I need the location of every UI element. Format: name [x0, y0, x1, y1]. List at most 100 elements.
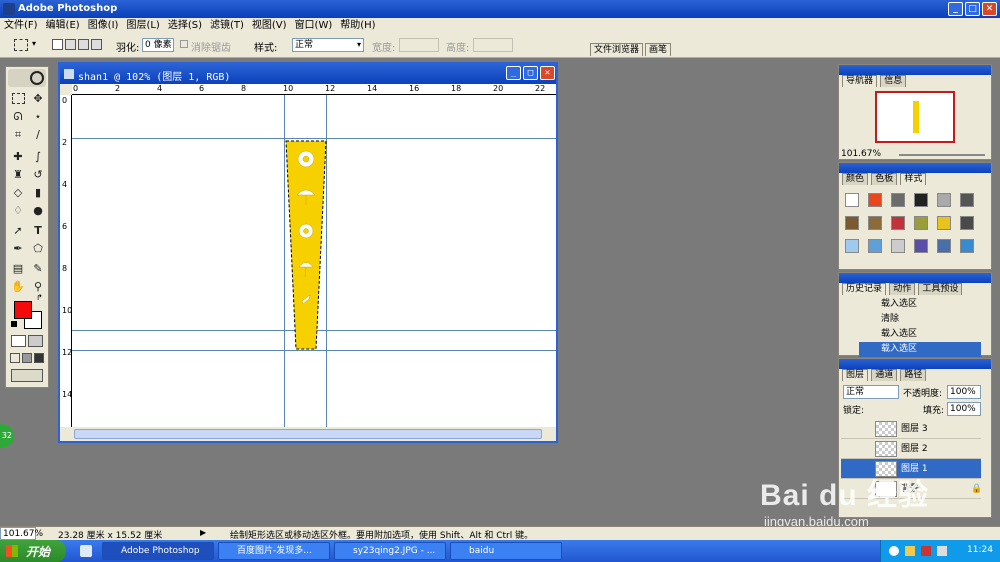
chevron-down-icon[interactable]: ▾ — [32, 39, 36, 48]
shape-icon[interactable]: ⬠ — [30, 241, 46, 257]
style-swatch[interactable] — [868, 216, 882, 230]
style-swatch[interactable] — [960, 216, 974, 230]
doc-minimize-button[interactable]: _ — [506, 66, 521, 80]
side-badge[interactable]: 32 — [0, 424, 14, 448]
tab-brushes[interactable]: 画笔 — [645, 43, 672, 56]
layer-row[interactable]: 图层 2 — [841, 439, 981, 459]
tab-actions[interactable]: 动作 — [889, 283, 916, 295]
fan-blade-shape[interactable] — [282, 139, 330, 353]
fill-input[interactable]: 100% — [947, 402, 981, 416]
jump-to-imageready-icon[interactable] — [11, 369, 43, 382]
tab-paths[interactable]: 路径 — [900, 369, 927, 381]
style-none[interactable] — [845, 193, 859, 207]
antialias-checkbox[interactable] — [180, 40, 188, 48]
path-select-icon[interactable]: ➚ — [10, 223, 26, 239]
crop-icon[interactable]: ⌗ — [10, 127, 26, 143]
task-folder[interactable]: baidu — [450, 542, 562, 560]
notes-icon[interactable]: ▤ — [10, 261, 26, 277]
marquee-preset-icon[interactable] — [14, 39, 28, 51]
history-brush-icon[interactable]: ↺ — [30, 167, 46, 183]
layer-row[interactable]: 图层 3 — [841, 419, 981, 439]
style-swatch[interactable] — [937, 193, 951, 207]
screen-mode-full-icon[interactable] — [34, 353, 44, 363]
document-canvas[interactable] — [72, 95, 556, 427]
blur-icon[interactable]: ♢ — [10, 203, 26, 219]
eyedropper-icon[interactable]: ✎ — [30, 261, 46, 277]
stamp-icon[interactable]: ♜ — [10, 167, 26, 183]
tab-channels[interactable]: 通道 — [871, 369, 898, 381]
screen-mode-full-menu-icon[interactable] — [22, 353, 32, 363]
tray-icon[interactable] — [905, 546, 915, 556]
style-swatch[interactable] — [914, 216, 928, 230]
new-selection-icon[interactable] — [52, 39, 63, 50]
history-item[interactable]: 载入选区 — [859, 297, 981, 312]
style-swatch[interactable] — [868, 239, 882, 253]
swap-colors-icon[interactable]: ↱ — [36, 293, 43, 302]
quick-mask-icon[interactable] — [28, 335, 43, 347]
chevron-right-icon[interactable]: ▶ — [200, 528, 206, 537]
style-swatch[interactable] — [845, 216, 859, 230]
zoom-slider[interactable] — [899, 154, 985, 156]
eraser-icon[interactable]: ◇ — [10, 185, 26, 201]
gradient-icon[interactable]: ▮ — [30, 185, 46, 201]
brush-icon[interactable]: ∫ — [30, 149, 46, 165]
healing-brush-icon[interactable]: ✚ — [10, 149, 26, 165]
menu-edit[interactable]: 编辑(E) — [46, 18, 80, 34]
doc-close-button[interactable]: ✕ — [540, 66, 555, 80]
show-desktop-icon[interactable] — [80, 545, 92, 557]
screen-mode-standard-icon[interactable] — [10, 353, 20, 363]
navigator-preview[interactable] — [875, 91, 955, 143]
history-item[interactable]: 清除 — [859, 312, 981, 327]
doc-maximize-button[interactable]: □ — [523, 66, 538, 80]
rect-marquee-icon[interactable] — [12, 93, 25, 104]
style-swatch[interactable] — [891, 216, 905, 230]
style-swatch[interactable] — [914, 193, 928, 207]
horizontal-scrollbar[interactable] — [60, 427, 556, 441]
blend-mode-select[interactable]: 正常 — [843, 385, 899, 399]
task-browser[interactable]: 百度图片-发现多... — [218, 542, 330, 560]
pen-icon[interactable]: ✒ — [10, 241, 26, 257]
dodge-icon[interactable]: ● — [30, 203, 46, 219]
style-select[interactable]: 正常 ▾ — [292, 38, 364, 52]
task-photoshop[interactable]: Adobe Photoshop — [102, 542, 214, 560]
slice-icon[interactable]: ∕ — [30, 127, 46, 143]
tab-info[interactable]: 信息 — [880, 75, 907, 87]
tab-layers[interactable]: 图层 — [842, 369, 869, 381]
opacity-input[interactable]: 100% — [947, 385, 981, 399]
default-colors-icon[interactable] — [11, 321, 17, 327]
feather-input[interactable]: 0 像素 — [142, 38, 174, 52]
scroll-thumb[interactable] — [74, 429, 542, 439]
style-swatch[interactable] — [891, 193, 905, 207]
menu-file[interactable]: 文件(F) — [4, 18, 38, 34]
status-zoom-input[interactable]: 101.67% — [0, 527, 43, 540]
history-item[interactable]: 载入选区 — [859, 327, 981, 342]
layer-row-selected[interactable]: 图层 1 — [841, 459, 981, 479]
tab-styles[interactable]: 样式 — [900, 173, 927, 185]
menu-help[interactable]: 帮助(H) — [340, 18, 375, 34]
menu-filter[interactable]: 滤镜(T) — [210, 18, 244, 34]
minimize-button[interactable]: _ — [948, 2, 963, 16]
add-selection-icon[interactable] — [65, 39, 76, 50]
style-swatch[interactable] — [960, 239, 974, 253]
style-swatch[interactable] — [868, 193, 882, 207]
volume-icon[interactable] — [937, 546, 947, 556]
tab-file-browser[interactable]: 文件浏览器 — [590, 43, 644, 56]
start-button[interactable]: 开始 — [0, 540, 66, 562]
hand-icon[interactable]: ✋ — [10, 279, 26, 295]
style-swatch[interactable] — [891, 239, 905, 253]
menu-layer[interactable]: 图层(L) — [126, 18, 159, 34]
magic-wand-icon[interactable]: ⋆ — [30, 109, 46, 125]
foreground-color-swatch[interactable] — [14, 301, 32, 319]
tab-navigator[interactable]: 导航器 — [842, 75, 878, 87]
style-swatch[interactable] — [914, 239, 928, 253]
menu-select[interactable]: 选择(S) — [168, 18, 202, 34]
history-item-selected[interactable]: 载入选区 — [859, 342, 981, 357]
tab-history[interactable]: 历史记录 — [842, 283, 887, 295]
style-swatch[interactable] — [960, 193, 974, 207]
menu-view[interactable]: 视图(V) — [252, 18, 287, 34]
style-swatch[interactable] — [845, 239, 859, 253]
tab-tool-presets[interactable]: 工具预设 — [918, 283, 963, 295]
tray-icon[interactable] — [921, 546, 931, 556]
style-swatch[interactable] — [937, 239, 951, 253]
task-image-viewer[interactable]: sy23qing2.JPG - ... — [334, 542, 446, 560]
